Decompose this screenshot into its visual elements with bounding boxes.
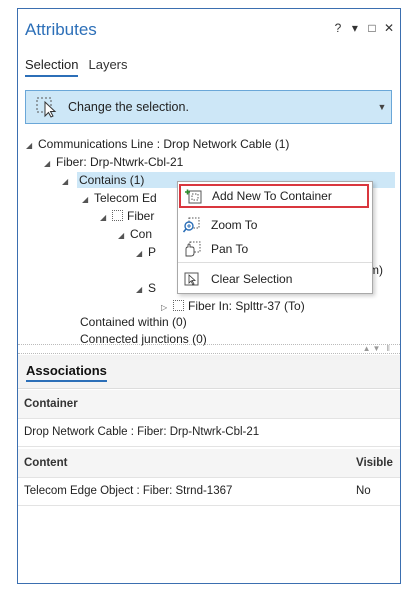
- tree-node-communications-line[interactable]: ◢ Communications Line : Drop Network Cabl…: [26, 136, 289, 154]
- expand-arrow-icon[interactable]: ◢: [44, 156, 56, 172]
- container-header: Container: [18, 390, 400, 419]
- expand-arrow-icon[interactable]: ◢: [136, 282, 148, 298]
- feature-icon: [173, 300, 184, 311]
- tree-node-s[interactable]: ◢ S: [136, 280, 156, 298]
- attributes-pane: Attributes ? ▾ □ ✕ Selection Layers Chan…: [17, 8, 401, 584]
- container-row[interactable]: Drop Network Cable : Fiber: Drp-Ntwrk-Cb…: [18, 418, 400, 447]
- tree-node-fiber-child[interactable]: ◢ Fiber: [100, 208, 154, 226]
- chevron-down-icon[interactable]: ▾: [350, 21, 360, 35]
- chevron-down-icon: ▼: [377, 102, 387, 112]
- clear-selection-icon: [184, 272, 199, 286]
- tab-selection[interactable]: Selection: [25, 57, 79, 77]
- close-icon[interactable]: ✕: [384, 21, 394, 35]
- tree-node-contained-within[interactable]: Contained within (0): [80, 314, 187, 330]
- expand-arrow-icon[interactable]: ◢: [136, 246, 148, 262]
- expand-arrow-icon[interactable]: ◢: [62, 174, 74, 190]
- change-selection-label: Change the selection.: [68, 100, 189, 114]
- zoom-to-icon: [183, 217, 200, 233]
- menu-item-add-new-to-container[interactable]: Add New To Container: [179, 184, 369, 208]
- tab-associations[interactable]: Associations: [26, 363, 107, 382]
- tree-node-contains-arrow[interactable]: ◢: [62, 172, 74, 190]
- menu-item-clear-selection[interactable]: Clear Selection: [178, 267, 372, 291]
- menu-item-pan-to[interactable]: Pan To: [178, 237, 372, 261]
- tab-bar: Selection Layers: [25, 57, 128, 77]
- menu-item-zoom-to[interactable]: Zoom To: [178, 213, 372, 237]
- context-menu: Add New To Container Zoom To Pan To Clea…: [177, 181, 373, 294]
- tree-node-telecom-edge[interactable]: ◢ Telecom Ed: [82, 190, 157, 208]
- title-bar: Attributes ? ▾ □ ✕: [18, 9, 400, 53]
- help-icon[interactable]: ?: [333, 21, 343, 35]
- expand-arrow-icon[interactable]: ◢: [82, 192, 94, 208]
- splitter-grip-icon[interactable]: ▲▼ ‖: [363, 344, 392, 353]
- expand-arrow-icon[interactable]: ◢: [118, 228, 130, 244]
- pane-title: Attributes: [25, 20, 97, 39]
- pan-to-icon: [185, 241, 201, 257]
- visible-header: Visible: [356, 457, 393, 469]
- associations-header: Associations: [18, 355, 400, 389]
- menu-separator: [178, 262, 372, 263]
- content-row[interactable]: Telecom Edge Object : Fiber: Strnd-1367 …: [18, 477, 400, 506]
- select-cursor-icon: [36, 97, 57, 118]
- add-to-container-icon: [185, 189, 202, 204]
- maximize-icon[interactable]: □: [367, 21, 377, 35]
- window-controls: ? ▾ □ ✕: [333, 21, 394, 35]
- content-header: Content Visible: [18, 449, 400, 478]
- expand-arrow-icon[interactable]: ◢: [100, 210, 112, 226]
- tab-layers[interactable]: Layers: [88, 57, 127, 77]
- tree-node-fiber[interactable]: ◢ Fiber: Drp-Ntwrk-Cbl-21: [44, 154, 183, 172]
- pane-splitter[interactable]: ▲▼ ‖: [18, 344, 400, 354]
- tree-node-contains-child[interactable]: ◢ Con: [118, 226, 152, 244]
- tree-node-p[interactable]: ◢ P: [136, 244, 156, 262]
- expand-arrow-icon[interactable]: ◢: [26, 138, 38, 154]
- change-selection-dropdown[interactable]: Change the selection. ▼: [25, 90, 392, 124]
- visible-value: No: [356, 485, 371, 497]
- feature-icon: [112, 210, 123, 221]
